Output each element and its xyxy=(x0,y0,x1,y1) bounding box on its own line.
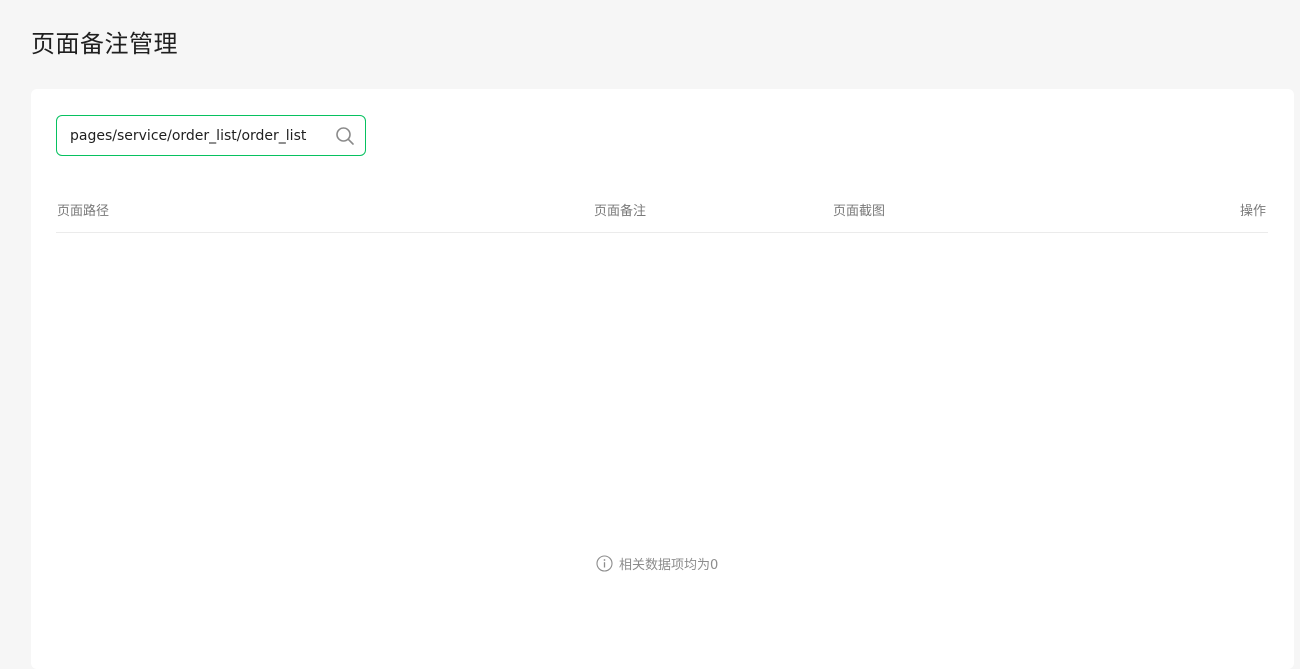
column-header-page-note: 页面备注 xyxy=(594,204,647,219)
table-header: 页面路径 页面备注 页面截图 操作 xyxy=(56,191,1268,233)
search-box[interactable] xyxy=(56,115,366,156)
column-header-page-path: 页面路径 xyxy=(57,204,110,219)
search-icon[interactable] xyxy=(335,126,355,146)
empty-message: 相关数据项均为0 xyxy=(619,557,719,573)
column-header-actions: 操作 xyxy=(1239,204,1266,219)
page-title: 页面备注管理 xyxy=(31,30,178,58)
content-card: 页面路径 页面备注 页面截图 操作 相关数据项均为0 xyxy=(31,89,1294,669)
search-input[interactable] xyxy=(57,116,327,155)
empty-state: 相关数据项均为0 xyxy=(596,553,718,573)
info-icon xyxy=(596,554,613,572)
column-header-page-screenshot: 页面截图 xyxy=(833,204,886,219)
